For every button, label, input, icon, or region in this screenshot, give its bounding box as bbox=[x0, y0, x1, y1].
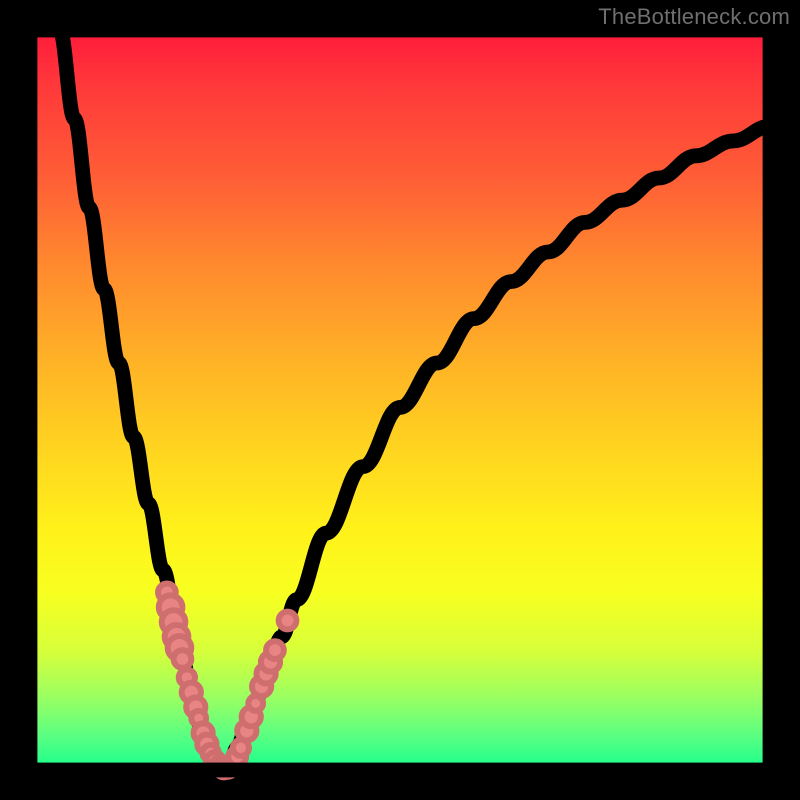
curve-left-branch bbox=[60, 30, 223, 770]
curve-marker bbox=[266, 641, 284, 659]
watermark-text: TheBottleneck.com bbox=[598, 4, 790, 30]
curve-marker bbox=[174, 650, 192, 668]
bottleneck-chart bbox=[30, 30, 770, 770]
curve-right-branch bbox=[222, 126, 770, 770]
curve-marker bbox=[279, 612, 297, 630]
curve-markers bbox=[158, 584, 296, 778]
